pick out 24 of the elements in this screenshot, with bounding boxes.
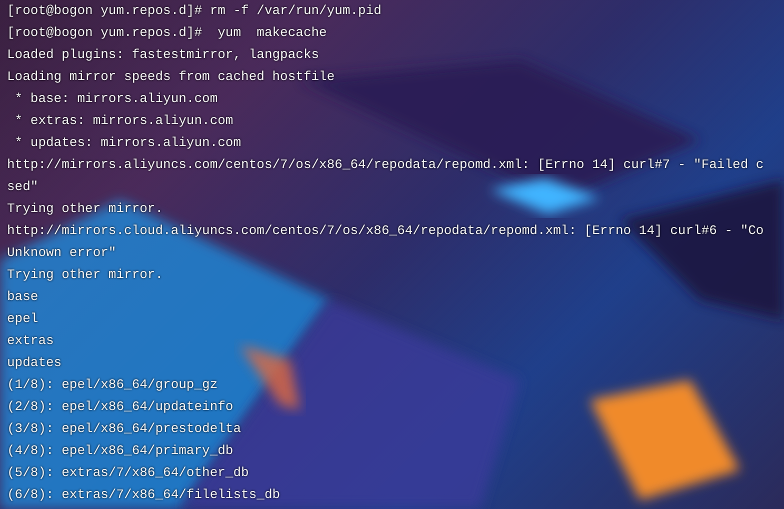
terminal-line: epel: [7, 310, 38, 328]
terminal-line: Loaded plugins: fastestmirror, langpacks: [7, 46, 320, 64]
terminal-line: sed": [7, 178, 38, 196]
terminal-line: Trying other mirror.: [7, 200, 164, 218]
terminal-line: Unknown error": [7, 244, 116, 262]
terminal-line: (2/8): epel/x86_64/updateinfo: [7, 398, 234, 416]
terminal-line: [root@bogon yum.repos.d]# rm -f /var/run/yum.pid: [7, 2, 382, 20]
terminal-line: * updates: mirrors.aliyun.com: [14, 134, 242, 152]
terminal-line: (5/8): extras/7/x86_64/other_db: [7, 464, 249, 482]
terminal-line: * extras: mirrors.aliyun.com: [14, 112, 234, 130]
terminal-line: http://mirrors.aliyuncs.com/centos/7/os/x86_64/repodata/repomd.xml: [Errno 14] curl#7 - "Failed c: [7, 156, 764, 174]
terminal-line: updates: [7, 354, 62, 372]
terminal-line: (1/8): epel/x86_64/group_gz: [7, 376, 218, 394]
terminal-line: Trying other mirror.: [7, 266, 164, 284]
terminal-line: http://mirrors.cloud.aliyuncs.com/centos/7/os/x86_64/repodata/repomd.xml: [Errno 14] curl#6 - "Co: [7, 222, 764, 240]
terminal-line: [root@bogon yum.repos.d]# yum makecache: [7, 24, 327, 42]
terminal-line: (4/8): epel/x86_64/primary_db: [7, 442, 234, 460]
terminal-line: extras: [7, 332, 54, 350]
terminal-line: base: [7, 288, 38, 306]
terminal-line: * base: mirrors.aliyun.com: [14, 90, 218, 108]
terminal-line: (3/8): epel/x86_64/prestodelta: [7, 420, 242, 438]
glowing-stripe: [240, 345, 300, 410]
terminal-line: (6/8): extras/7/x86_64/filelists_db: [7, 486, 280, 504]
terminal-line: Loading mirror speeds from cached hostfile: [7, 68, 335, 86]
